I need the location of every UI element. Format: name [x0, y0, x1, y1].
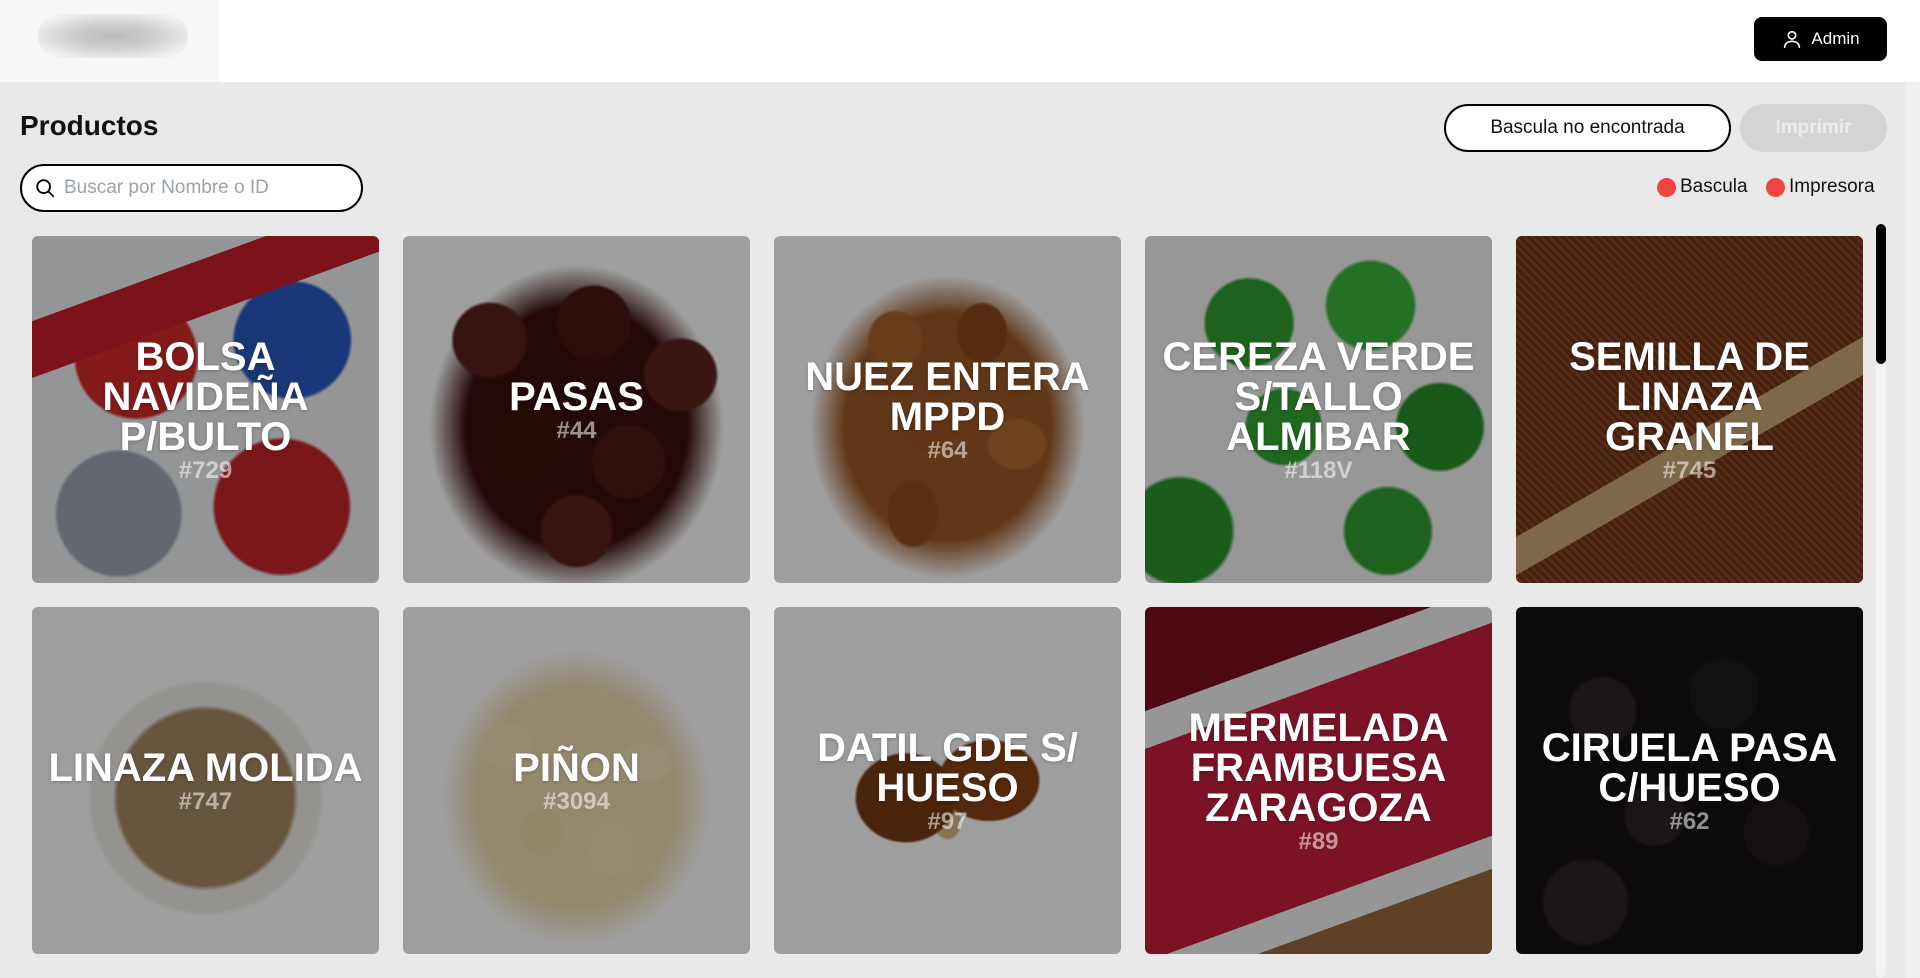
product-card[interactable]: SEMILLA DE LINAZA GRANEL #745: [1516, 236, 1863, 583]
product-card[interactable]: BOLSA NAVIDEÑA P/BULTO #729: [32, 236, 379, 583]
product-id: #729: [178, 456, 233, 484]
product-name: PIÑON: [513, 745, 640, 790]
product-name: DATIL GDE S/ HUESO: [817, 725, 1078, 810]
product-card[interactable]: PASAS #44: [403, 236, 750, 583]
product-card[interactable]: DATIL GDE S/ HUESO #97: [774, 607, 1121, 954]
grid-scrollbar-thumb[interactable]: [1876, 224, 1886, 364]
logo-image: [38, 14, 188, 58]
product-name: LINAZA MOLIDA: [48, 745, 363, 790]
product-id: #118V: [1284, 456, 1353, 484]
search-input[interactable]: [64, 177, 344, 199]
search-box[interactable]: [20, 164, 363, 212]
logo[interactable]: [0, 0, 219, 82]
product-name: PASAS: [509, 374, 644, 419]
product-grid: BOLSA NAVIDEÑA P/BULTO #729 PASAS #44 NU…: [32, 236, 1864, 954]
page-title: Productos: [20, 110, 159, 141]
product-card[interactable]: NUEZ ENTERA MPPD #64: [774, 236, 1121, 583]
product-id: #89: [1298, 827, 1339, 855]
scale-status: Bascula: [1657, 176, 1748, 198]
printer-status-label: Impresora: [1789, 176, 1875, 197]
product-id: #97: [927, 807, 968, 835]
admin-button[interactable]: Admin: [1754, 17, 1887, 61]
product-card[interactable]: MERMELADA FRAMBUESA ZARAGOZA #89: [1145, 607, 1492, 954]
product-card[interactable]: PIÑON #3094: [403, 607, 750, 954]
top-bar: Admin: [0, 0, 1920, 82]
scale-status-dot: [1657, 177, 1676, 197]
scale-status-button[interactable]: Bascula no encontrada: [1444, 104, 1731, 152]
search-icon: [36, 179, 55, 198]
page-scrollbar[interactable]: [1906, 82, 1920, 978]
printer-status: Impresora: [1766, 176, 1875, 198]
product-id: #747: [178, 787, 233, 815]
product-name: MERMELADA FRAMBUESA ZARAGOZA: [1188, 705, 1449, 830]
print-button[interactable]: Imprimir: [1740, 104, 1887, 152]
product-id: #64: [927, 436, 968, 464]
product-id: #3094: [543, 787, 610, 815]
product-name: CEREZA VERDE S/TALLO ALMIBAR: [1162, 334, 1475, 459]
admin-label: Admin: [1811, 29, 1860, 48]
printer-status-dot: [1766, 177, 1785, 197]
scale-status-label: Bascula: [1680, 176, 1748, 197]
product-id: #745: [1662, 456, 1717, 484]
product-name: SEMILLA DE LINAZA GRANEL: [1569, 334, 1810, 459]
product-card[interactable]: LINAZA MOLIDA #747: [32, 607, 379, 954]
product-name: CIRUELA PASA C/HUESO: [1541, 725, 1838, 810]
user-icon: [1784, 30, 1801, 49]
product-card[interactable]: CIRUELA PASA C/HUESO #62: [1516, 607, 1863, 954]
product-id: #44: [556, 416, 597, 444]
product-id: #62: [1669, 807, 1710, 835]
product-name: BOLSA NAVIDEÑA P/BULTO: [102, 334, 309, 459]
product-card[interactable]: CEREZA VERDE S/TALLO ALMIBAR #118V: [1145, 236, 1492, 583]
product-name: NUEZ ENTERA MPPD: [805, 354, 1090, 439]
